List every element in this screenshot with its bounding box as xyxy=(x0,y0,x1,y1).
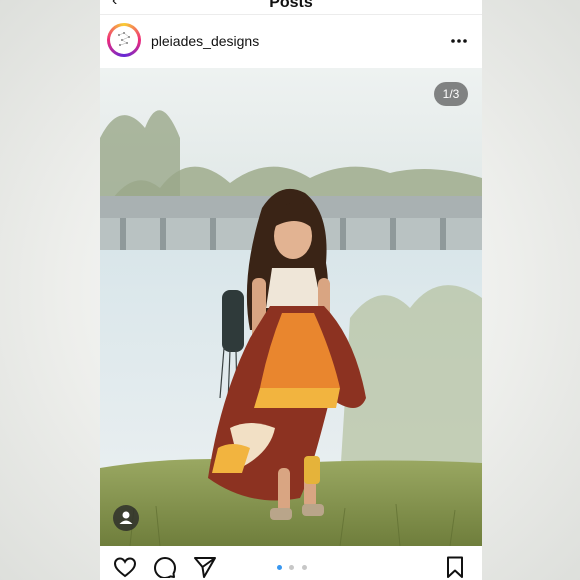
post-header: pleiades_designs xyxy=(100,16,482,68)
comment-icon[interactable] xyxy=(153,556,177,578)
username-link[interactable]: pleiades_designs xyxy=(151,33,259,49)
carousel-counter: 1/3 xyxy=(434,82,468,106)
action-bar xyxy=(100,546,482,580)
carousel-dot-2 xyxy=(289,565,295,570)
photo-illustration xyxy=(100,68,482,546)
carousel-indicator xyxy=(277,565,310,571)
more-horizontal-icon[interactable] xyxy=(450,38,468,44)
post-photo[interactable]: 1/3 xyxy=(100,68,482,546)
instagram-post-screen: ‹ Posts pleiades_designs 1/3 xyxy=(100,0,482,580)
carousel-dot-3 xyxy=(301,565,307,570)
user-tag-icon[interactable] xyxy=(113,505,139,531)
paper-plane-icon[interactable] xyxy=(193,556,217,578)
heart-icon[interactable] xyxy=(113,556,137,578)
page-title: Posts xyxy=(269,0,313,11)
bookmark-icon[interactable] xyxy=(443,556,467,578)
avatar[interactable] xyxy=(107,23,141,57)
constellation-logo-icon xyxy=(110,26,138,54)
top-bar: ‹ Posts xyxy=(100,0,482,15)
carousel-dot-1 xyxy=(277,565,282,570)
